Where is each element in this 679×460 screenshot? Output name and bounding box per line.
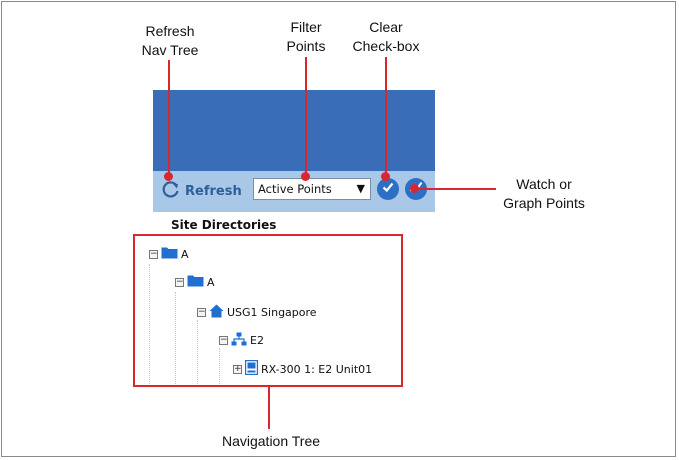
callout-clear-label: Clear Check-box <box>346 18 426 56</box>
callout-refresh-label: Refresh Nav Tree <box>140 22 200 60</box>
toolbar-header-panel <box>153 90 435 171</box>
callout-clear-line2: Check-box <box>352 38 420 54</box>
tree-node-label: A <box>207 275 215 289</box>
callout-filter-line2: Points <box>286 38 326 54</box>
callout-filter-label: Filter Points <box>276 18 336 56</box>
callout-watch-label: Watch or Graph Points <box>494 175 594 213</box>
collapse-toggle-icon[interactable]: − <box>219 335 228 345</box>
device-icon <box>244 359 259 378</box>
tree-node-label: E2 <box>250 333 264 347</box>
callout-clear-marker <box>381 172 390 181</box>
tree-guide-line <box>197 320 198 384</box>
folder-icon <box>187 274 204 290</box>
callout-refresh-line2: Nav Tree <box>141 42 199 58</box>
network-icon <box>231 332 247 349</box>
callout-watch-connector <box>414 188 496 190</box>
refresh-icon <box>161 179 181 204</box>
checkmark-icon <box>381 180 395 199</box>
callout-navigation-tree-connector <box>268 386 270 429</box>
refresh-label: Refresh <box>185 183 242 199</box>
folder-icon <box>161 246 178 262</box>
clear-checkbox-button[interactable] <box>377 178 399 200</box>
tree-node-usg1-singapore[interactable]: − USG1 Singapore <box>197 303 317 321</box>
callout-watch-line2: Graph Points <box>503 195 585 211</box>
site-directories-heading: Site Directories <box>171 218 277 232</box>
callout-watch-marker <box>410 184 419 193</box>
tree-node-e2[interactable]: − E2 <box>219 331 264 349</box>
collapse-toggle-icon[interactable]: − <box>197 307 206 317</box>
callout-navigation-tree-label: Navigation Tree <box>221 433 321 449</box>
callout-filter-connector <box>305 57 307 176</box>
toolbar: Refresh Active Points ▼ <box>153 171 435 212</box>
collapse-toggle-icon[interactable]: − <box>149 249 158 259</box>
callout-watch-line1: Watch or <box>516 176 572 192</box>
tree-node-a-child[interactable]: − A <box>175 273 215 291</box>
filter-selected-value: Active Points <box>258 182 332 196</box>
tree-guide-line <box>219 348 220 384</box>
figure-frame <box>1 1 676 457</box>
callout-filter-line1: Filter <box>290 19 322 35</box>
house-icon <box>209 304 224 321</box>
tree-guide-line <box>149 264 150 384</box>
callout-refresh-marker <box>164 172 173 181</box>
tree-guide-line <box>175 292 176 384</box>
callout-filter-marker <box>301 172 310 181</box>
tree-node-rx300-unit01[interactable]: + RX-300 1: E2 Unit01 <box>233 359 373 378</box>
callout-refresh-connector <box>168 60 170 176</box>
dropdown-arrow-icon: ▼ <box>356 182 365 195</box>
tree-node-label: RX-300 1: E2 Unit01 <box>261 362 373 376</box>
filter-points-select[interactable]: Active Points ▼ <box>253 178 371 200</box>
navigation-tree: − A − A − USG1 Singapore − E2 + RX-300 1… <box>133 234 403 387</box>
callout-clear-connector <box>385 57 387 176</box>
tree-node-label: USG1 Singapore <box>227 305 317 319</box>
callout-refresh-line1: Refresh <box>145 23 195 39</box>
collapse-toggle-icon[interactable]: − <box>175 277 184 287</box>
callout-clear-line1: Clear <box>369 19 403 35</box>
expand-toggle-icon[interactable]: + <box>233 364 242 374</box>
tree-node-label: A <box>181 247 189 261</box>
tree-node-a-root[interactable]: − A <box>149 245 189 263</box>
refresh-button[interactable]: Refresh <box>161 179 242 203</box>
